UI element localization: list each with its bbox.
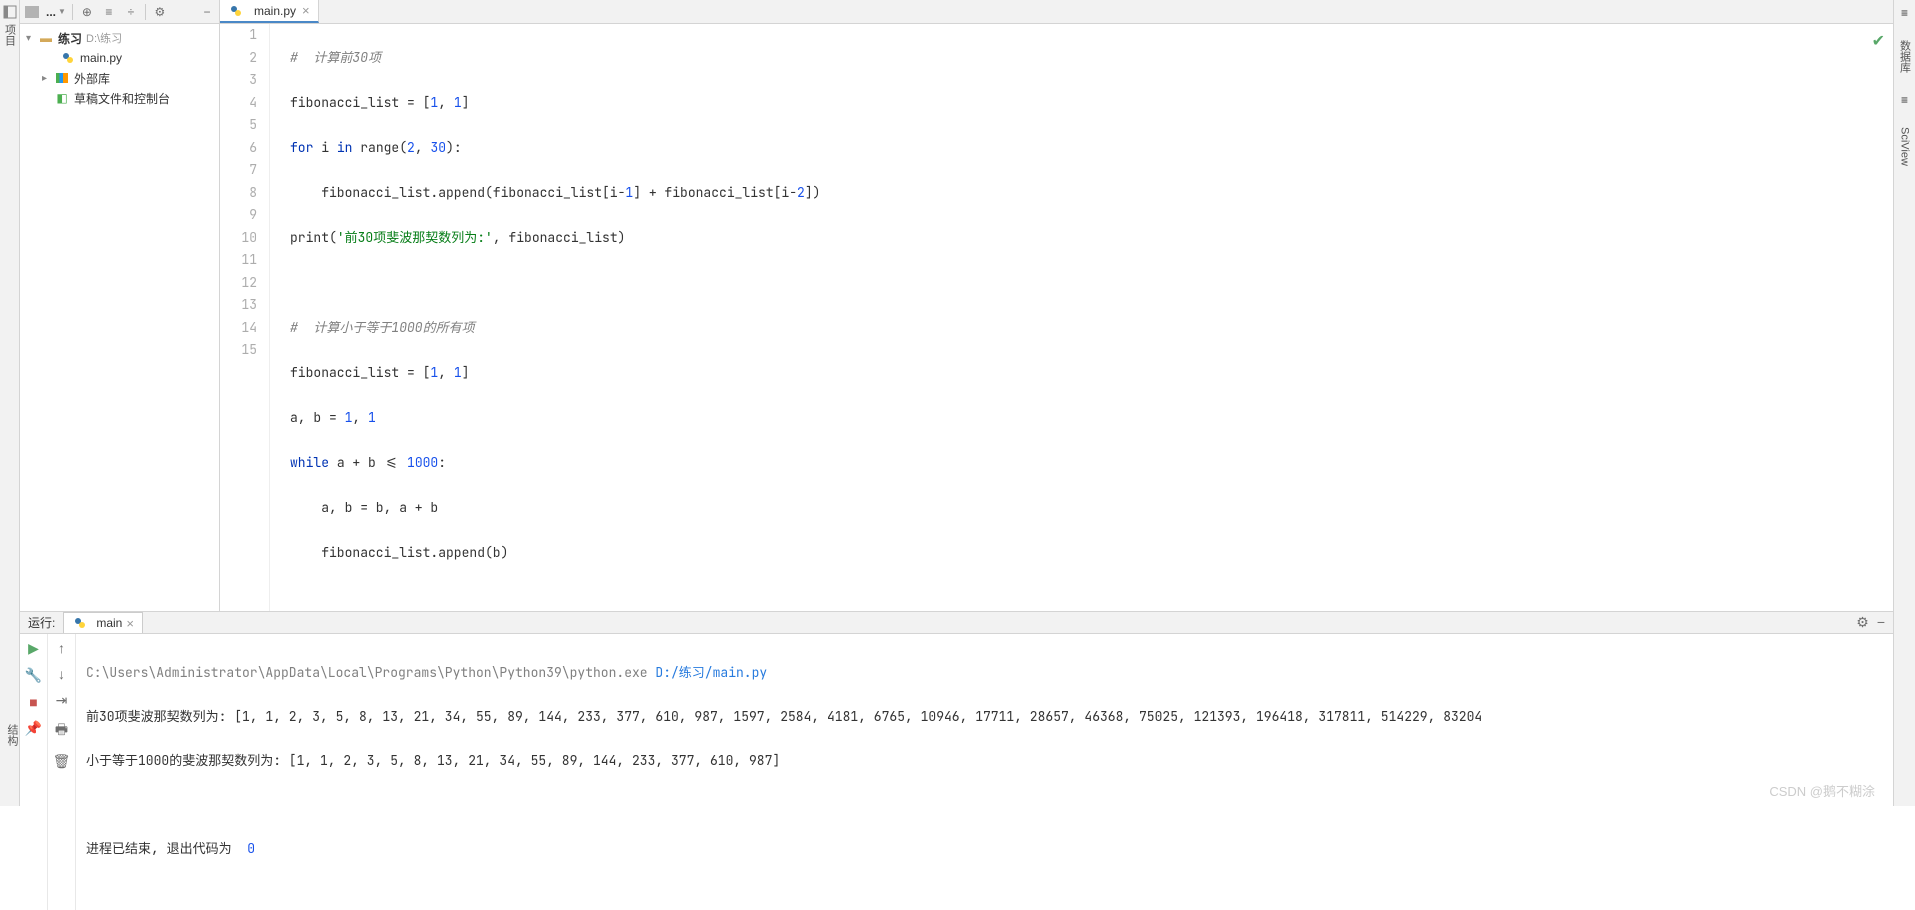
sciview-rail-icon[interactable]: ≡ (1901, 93, 1908, 107)
editor-tab-bar: main.py × (220, 0, 1893, 24)
down-icon[interactable]: ↓ (58, 666, 65, 682)
wrap-icon[interactable]: ⇥ (56, 692, 68, 709)
tree-root[interactable]: ▾ ▬ 练习 D:\练习 (20, 28, 219, 48)
run-tab-label: main (96, 616, 122, 630)
rerun-icon[interactable]: ▶ (28, 640, 39, 657)
wrench-icon[interactable]: 🔧 (25, 667, 42, 684)
pin-icon[interactable]: 📌 (25, 720, 42, 737)
run-output-bar: ↑ ↓ ⇥ 🖶 🗑 (48, 634, 76, 910)
python-run-icon (72, 615, 88, 631)
trash-icon[interactable]: 🗑 (53, 753, 71, 770)
tab-main-py[interactable]: main.py × (220, 0, 319, 23)
gutter: 123456789101112131415 (220, 24, 270, 611)
settings-icon[interactable]: ⚙ (152, 4, 168, 20)
stop-icon[interactable]: ■ (29, 694, 37, 710)
watermark: CSDN @鹅不糊涂 (1769, 781, 1875, 800)
project-rail-icon[interactable] (2, 4, 18, 20)
editor-body[interactable]: 123456789101112131415 # 计算前30项 fibonacci… (220, 24, 1893, 611)
console-line: 小于等于1000的斐波那契数列为: [1, 1, 2, 3, 5, 8, 13,… (86, 750, 1883, 772)
expand-icon[interactable]: ≡ (101, 4, 117, 20)
tree-scratch-label: 草稿文件和控制台 (74, 90, 170, 107)
close-tab-icon[interactable]: × (302, 3, 310, 18)
run-panel: 运行: main × ⚙ − ▶ 🔧 ■ 📌 (20, 611, 1893, 806)
project-tree: ▾ ▬ 练习 D:\练习 main.py ▸ 外部库 (20, 24, 219, 112)
project-toolbar: ...▼ ⊕ ≡ ÷ ⚙ − (20, 0, 219, 24)
code-area[interactable]: # 计算前30项 fibonacci_list = [1, 1] for i i… (270, 24, 1893, 611)
folder-icon: ▬ (38, 30, 54, 46)
tree-libs-label: 外部库 (74, 70, 110, 87)
python-file-icon (228, 3, 244, 19)
tree-root-path: D:\练习 (86, 30, 122, 46)
tab-label: main.py (254, 4, 296, 18)
run-control-bar: ▶ 🔧 ■ 📌 (20, 634, 48, 910)
database-rail-label[interactable]: 数据库 (1897, 40, 1913, 73)
target-icon[interactable]: ⊕ (79, 4, 95, 20)
run-settings-icon[interactable]: ⚙ (1856, 614, 1869, 631)
project-view-dropdown[interactable]: ...▼ (46, 5, 66, 19)
console-line: 前30项斐波那契数列为: [1, 1, 2, 3, 5, 8, 13, 21, … (86, 706, 1883, 728)
console-exit-msg: 进程已结束, 退出代码为 (86, 840, 247, 857)
libraries-icon (54, 70, 70, 86)
tree-scratch[interactable]: ◧ 草稿文件和控制台 (20, 88, 219, 108)
project-rail-label[interactable]: 项目 (2, 24, 18, 46)
tree-external-libs[interactable]: ▸ 外部库 (20, 68, 219, 88)
structure-rail-label[interactable]: 结构 (0, 724, 20, 746)
scratch-icon: ◧ (54, 90, 70, 106)
project-panel: ...▼ ⊕ ≡ ÷ ⚙ − ▾ ▬ 练习 D:\练习 (20, 0, 220, 611)
right-tool-rail: ≡ 数据库 ≡ SciView (1893, 0, 1915, 806)
run-tab-main[interactable]: main × (63, 612, 143, 633)
run-header: 运行: main × ⚙ − (20, 612, 1893, 634)
hide-icon[interactable]: − (199, 4, 215, 20)
console-exit-code: 0 (247, 840, 255, 857)
run-header-label: 运行: (28, 614, 55, 631)
check-icon: ✔ (1872, 30, 1885, 51)
print-icon[interactable]: 🖶 (55, 719, 68, 743)
sciview-rail-label[interactable]: SciView (1899, 127, 1911, 166)
console-output[interactable]: C:\Users\Administrator\AppData\Local\Pro… (76, 634, 1893, 910)
up-icon[interactable]: ↑ (58, 640, 65, 656)
run-hide-icon[interactable]: − (1877, 614, 1885, 631)
console-command: C:\Users\Administrator\AppData\Local\Pro… (86, 664, 655, 681)
database-rail-icon[interactable]: ≡ (1901, 6, 1908, 20)
console-script-path[interactable]: D:/练习/main.py (655, 664, 767, 681)
tree-file-label: main.py (80, 51, 122, 65)
left-tool-rail: 项目 (0, 0, 20, 806)
collapse-icon[interactable]: ÷ (123, 4, 139, 20)
tree-root-label: 练习 (58, 30, 82, 47)
editor-panel: main.py × 123456789101112131415 # 计算前30项… (220, 0, 1893, 611)
close-run-tab-icon[interactable]: × (126, 616, 134, 631)
project-view-icon[interactable] (24, 4, 40, 20)
tree-file-main[interactable]: main.py (20, 48, 219, 68)
python-file-icon (60, 50, 76, 66)
